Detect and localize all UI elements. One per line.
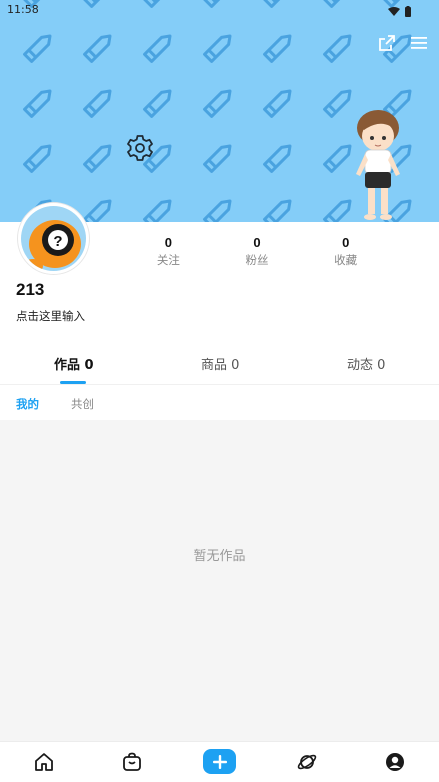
pencil-pattern-icon bbox=[203, 34, 232, 63]
pencil-pattern-icon bbox=[263, 34, 292, 63]
profile-section: ? 0 关注 0 粉丝 0 收藏 213 点击这里输入 作品 0 商品 0 动态… bbox=[0, 203, 439, 420]
pencil-pattern-icon bbox=[83, 89, 112, 118]
stat-followers[interactable]: 0 粉丝 bbox=[213, 235, 302, 267]
pencil-pattern-icon bbox=[203, 199, 232, 222]
svg-text:?: ? bbox=[53, 233, 62, 250]
planet-icon bbox=[297, 754, 317, 770]
stat-value: 0 bbox=[342, 235, 350, 250]
pencil-pattern-icon bbox=[83, 144, 112, 173]
bio-input[interactable]: 点击这里输入 bbox=[16, 308, 85, 324]
status-icons bbox=[387, 3, 417, 22]
pencil-pattern-icon bbox=[263, 144, 292, 173]
home-icon bbox=[35, 753, 53, 771]
pencil-pattern-icon bbox=[263, 199, 292, 222]
status-bar: 11:58 bbox=[0, 0, 439, 20]
nav-profile[interactable] bbox=[383, 750, 407, 774]
pencil-pattern-icon bbox=[263, 89, 292, 118]
pencil-pattern-icon bbox=[143, 199, 172, 222]
nav-discover[interactable] bbox=[295, 750, 319, 774]
top-actions bbox=[375, 32, 431, 54]
profile-banner: 11:58 bbox=[0, 0, 439, 222]
pencil-pattern-icon bbox=[23, 144, 52, 173]
pencil-pattern-icon bbox=[323, 34, 352, 63]
stat-value: 0 bbox=[164, 235, 172, 250]
stat-value: 0 bbox=[253, 235, 261, 250]
pencil-pattern-icon bbox=[203, 89, 232, 118]
tab-works[interactable]: 作品 0 bbox=[54, 354, 94, 373]
pencil-pattern-icon bbox=[23, 89, 52, 118]
tab-products[interactable]: 商品 0 bbox=[201, 354, 239, 373]
gear-icon bbox=[127, 135, 153, 161]
avatar-image: ? bbox=[21, 206, 86, 271]
nav-home[interactable] bbox=[32, 750, 56, 774]
menu-icon bbox=[411, 37, 427, 49]
add-icon bbox=[212, 754, 227, 769]
pencil-pattern-icon bbox=[23, 34, 52, 63]
stat-label: 收藏 bbox=[334, 253, 358, 267]
nav-shop[interactable] bbox=[120, 750, 144, 774]
share-icon bbox=[379, 35, 395, 51]
stat-label: 关注 bbox=[156, 253, 180, 267]
character-illustration bbox=[350, 108, 406, 222]
menu-button[interactable] bbox=[407, 32, 431, 54]
battery-icon bbox=[405, 7, 411, 17]
works-list: 暂无作品 bbox=[0, 420, 439, 741]
stat-following[interactable]: 0 关注 bbox=[124, 235, 213, 267]
pencil-pattern-icon bbox=[83, 199, 112, 222]
subtab-cocreate[interactable]: 共创 bbox=[71, 396, 94, 412]
avatar[interactable]: ? bbox=[18, 203, 89, 274]
content-tabs: 作品 0 商品 0 动态 0 bbox=[0, 354, 439, 384]
stat-label: 粉丝 bbox=[245, 253, 269, 267]
tab-activity[interactable]: 动态 0 bbox=[347, 354, 385, 373]
stat-favorites[interactable]: 0 收藏 bbox=[301, 235, 390, 267]
pencil-pattern-icon bbox=[143, 34, 172, 63]
username: 213 bbox=[16, 280, 45, 299]
status-time: 11:58 bbox=[7, 3, 39, 16]
share-button[interactable] bbox=[375, 32, 399, 54]
nav-create-button[interactable] bbox=[203, 749, 236, 774]
pencil-pattern-icon bbox=[83, 34, 112, 63]
empty-state-text: 暂无作品 bbox=[193, 549, 246, 564]
shopping-bag-icon bbox=[123, 752, 141, 771]
stats-row: 0 关注 0 粉丝 0 收藏 bbox=[124, 235, 390, 267]
pencil-pattern-icon bbox=[203, 144, 232, 173]
divider bbox=[0, 384, 439, 385]
settings-button[interactable] bbox=[125, 133, 155, 163]
bottom-nav bbox=[0, 741, 439, 782]
user-icon bbox=[386, 753, 404, 771]
subtab-mine[interactable]: 我的 bbox=[16, 396, 39, 412]
wifi-icon bbox=[388, 7, 400, 16]
pencil-pattern-icon bbox=[143, 89, 172, 118]
